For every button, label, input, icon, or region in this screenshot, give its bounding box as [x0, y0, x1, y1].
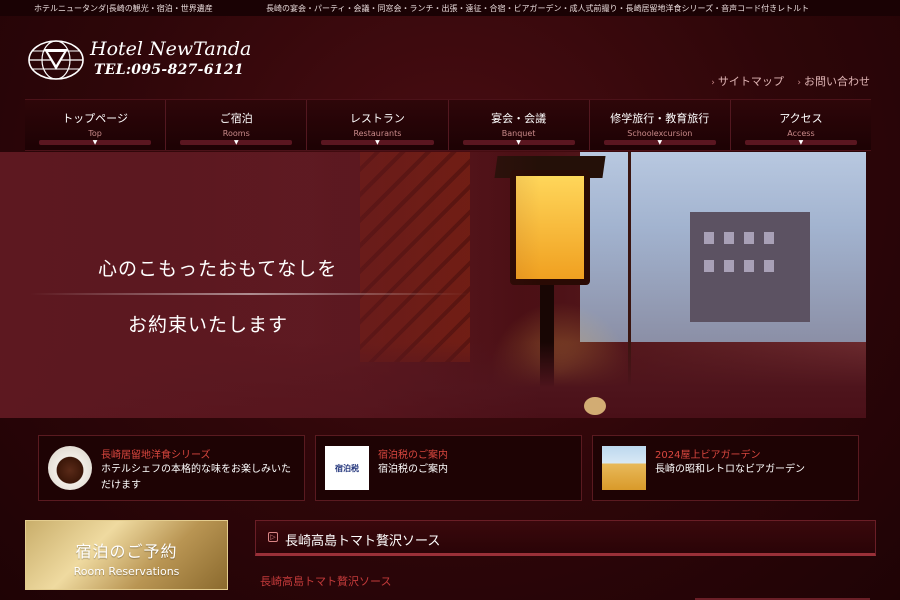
room-reservation-button[interactable]: 宿泊のご予約 Room Reservations — [25, 520, 228, 590]
nav-sublabel: Schoolexcursion — [627, 129, 693, 138]
caret-down-icon: ▼ — [92, 139, 98, 146]
card-western-food[interactable]: 長崎居留地洋食シリーズ ホテルシェフの本格的な味をお楽しみいただけます — [38, 435, 305, 501]
play-arrow-icon: ▷ — [268, 532, 278, 542]
nav-sublabel: Rooms — [222, 129, 250, 138]
hotel-logo[interactable]: Hotel NewTanda TEL:095-827-6121 — [28, 38, 258, 88]
caret-down-icon: ▼ — [657, 139, 663, 146]
hero-line-2: お約束いたします — [128, 314, 289, 336]
tax-label-icon: 宿泊税 — [325, 446, 369, 490]
page: ホテルニュータンダ|長崎の観光・宿泊・世界遺産 長崎の宴会・パーティ・会議・同窓… — [0, 0, 900, 600]
nav-label: アクセス — [779, 112, 823, 125]
nav-label: トップページ — [62, 112, 128, 125]
nav-sublabel: Banquet — [501, 129, 536, 138]
hotel-phone: TEL:095-827-6121 — [94, 62, 244, 78]
caret-down-icon: ▼ — [516, 139, 521, 146]
nav-item-school-excursion[interactable]: 修学旅行・教育旅行 Schoolexcursion ▼ — [590, 100, 731, 150]
news-heading-bar: ▷ 長崎高島トマト贅沢ソース — [255, 520, 876, 556]
hotel-name: Hotel NewTanda — [90, 38, 252, 60]
card-description: 長崎の昭和レトロなビアガーデン — [655, 464, 805, 475]
card-description: 宿泊税のご案内 — [378, 464, 448, 475]
nav-item-restaurants[interactable]: レストラン Restaurants ▼ — [307, 100, 449, 150]
chevron-right-icon: › — [797, 78, 801, 88]
nav-label: レストラン — [349, 112, 405, 125]
nav-sublabel: Restaurants — [353, 129, 402, 138]
keyword-line: 長崎の宴会・パーティ・会議・同窓会・ランチ・出張・遠征・合宿・ビアガーデン・成人… — [266, 4, 810, 13]
nav-label: 宴会・会議 — [491, 112, 547, 125]
card-lodging-tax[interactable]: 宿泊税 宿泊税のご案内 宿泊税のご案内 — [315, 435, 582, 501]
nav-label: 修学旅行・教育旅行 — [610, 112, 710, 125]
nav-item-rooms[interactable]: ご宿泊 Rooms ▼ — [166, 100, 308, 150]
sitemap-link[interactable]: サイトマップ — [718, 75, 784, 88]
site-tagline: ホテルニュータンダ|長崎の観光・宿泊・世界遺産 — [34, 4, 213, 13]
beer-icon — [602, 446, 646, 490]
ground-light — [584, 397, 606, 415]
hero-line-1: 心のこもったおもてなしを — [98, 258, 338, 280]
top-strip: ホテルニュータンダ|長崎の観光・宿泊・世界遺産 長崎の宴会・パーティ・会議・同窓… — [0, 0, 900, 16]
caret-down-icon: ▼ — [233, 139, 239, 146]
contact-link[interactable]: お問い合わせ — [804, 75, 870, 88]
card-title: 2024屋上ビアガーデン — [655, 450, 761, 461]
news-heading: 長崎高島トマト贅沢ソース — [285, 534, 441, 549]
card-title: 長崎居留地洋食シリーズ — [101, 450, 211, 461]
food-plate-icon — [48, 446, 92, 490]
hero-fade — [0, 152, 866, 418]
globe-logo-icon — [28, 40, 84, 80]
reservation-label: 宿泊のご予約 — [75, 542, 178, 561]
hero-divider — [30, 293, 470, 295]
chevron-right-icon: › — [711, 78, 715, 88]
news-link[interactable]: 長崎高島トマト贅沢ソース — [260, 573, 391, 589]
nav-item-banquet[interactable]: 宴会・会議 Banquet ▼ — [449, 100, 590, 150]
card-title: 宿泊税のご案内 — [378, 450, 448, 461]
nav-label: ご宿泊 — [219, 112, 253, 125]
card-description: ホテルシェフの本格的な味をお楽しみいただけます — [101, 464, 291, 491]
caret-down-icon: ▼ — [798, 139, 804, 146]
caret-down-icon: ▼ — [375, 139, 380, 146]
nav-item-access[interactable]: アクセス Access ▼ — [731, 100, 871, 150]
nav-sublabel: Access — [787, 129, 815, 138]
card-beer-garden[interactable]: 2024屋上ビアガーデン 長崎の昭和レトロなビアガーデン — [592, 435, 859, 501]
hero-banner: 心のこもったおもてなしを お約束いたします — [0, 152, 866, 418]
nav-item-top[interactable]: トップページ Top ▼ — [25, 100, 167, 150]
main-nav: トップページ Top ▼ ご宿泊 Rooms ▼ レストラン Restauran… — [25, 99, 871, 151]
info-cards: 長崎居留地洋食シリーズ ホテルシェフの本格的な味をお楽しみいただけます 宿泊税 … — [38, 435, 860, 501]
nav-sublabel: Top — [88, 129, 102, 138]
utility-links: › サイトマップ › お問い合わせ — [701, 73, 870, 89]
reservation-sublabel: Room Reservations — [73, 565, 180, 578]
